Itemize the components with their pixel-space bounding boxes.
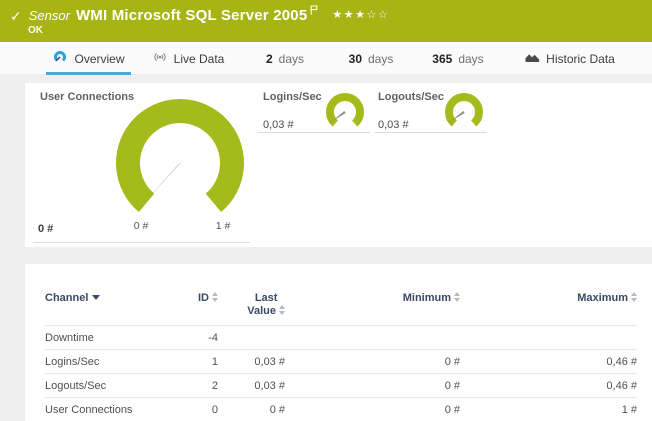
- channels-table: Channel ID Last Value Minimum Maximum Do…: [25, 264, 652, 421]
- column-header-last-label: Last: [255, 292, 278, 304]
- active-tab-underline: [46, 72, 131, 75]
- column-header-value-label: Value: [247, 305, 276, 317]
- table-row-logins-sec[interactable]: Logins/Sec 1 0,03 # 0 # 0,46 #: [45, 349, 637, 373]
- cell-id: 2: [145, 380, 218, 392]
- tab-bar: Overview Live Data 2 days 30 days 365 da…: [0, 42, 652, 75]
- tab-30-days-number: 30: [349, 52, 362, 66]
- column-header-channel[interactable]: Channel: [45, 292, 145, 325]
- column-header-maximum[interactable]: Maximum: [460, 292, 637, 325]
- gauge-title-logouts-sec: Logouts/Sec: [378, 91, 444, 103]
- tab-2-days[interactable]: 2 days: [262, 42, 308, 75]
- cell-last-value: 0,03 #: [218, 356, 285, 368]
- tile-divider: [258, 132, 370, 133]
- gauge-min-label: 0 #: [123, 220, 159, 232]
- tab-365-days[interactable]: 365 days: [428, 42, 488, 75]
- logouts-sec-value: 0,03 #: [378, 119, 409, 131]
- cell-id: 0: [145, 404, 218, 416]
- cell-minimum: 0 #: [285, 404, 460, 416]
- column-header-id[interactable]: ID: [145, 292, 218, 325]
- cell-minimum: 0 #: [285, 380, 460, 392]
- cell-last-value: 0 #: [218, 404, 285, 416]
- cell-channel: Logouts/Sec: [45, 380, 145, 392]
- tab-live-data-label: Live Data: [174, 52, 225, 66]
- sort-desc-icon: [92, 295, 100, 300]
- tab-historic-data[interactable]: Historic Data: [520, 42, 620, 75]
- table-header-row: Channel ID Last Value Minimum Maximum: [45, 264, 637, 325]
- gauges-panel: User Connections 0 # 1 # 0 # Logins/Sec …: [25, 83, 652, 247]
- table-row-logouts-sec[interactable]: Logouts/Sec 2 0,03 # 0 # 0,46 #: [45, 373, 637, 397]
- cell-id: 1: [145, 356, 218, 368]
- cell-id: -4: [145, 332, 218, 344]
- sensor-header-bar: ✓ Sensor WMI Microsoft SQL Server 2005 ★…: [0, 0, 652, 42]
- cell-maximum: 0,46 #: [460, 356, 637, 368]
- cell-maximum: 0,46 #: [460, 380, 637, 392]
- gauge-title-logins-sec: Logins/Sec: [263, 91, 322, 103]
- sort-both-icon: [631, 292, 637, 302]
- chart-icon: [525, 51, 540, 66]
- cell-channel: Logins/Sec: [45, 356, 145, 368]
- broadcast-icon: [152, 51, 168, 66]
- user-connections-gauge: [100, 83, 260, 243]
- column-header-id-label: ID: [198, 292, 209, 304]
- tab-30-days-unit: days: [368, 52, 393, 66]
- logouts-sec-gauge: [442, 90, 486, 134]
- table-row-downtime[interactable]: Downtime -4: [45, 325, 637, 349]
- sensor-header-row: ✓ Sensor WMI Microsoft SQL Server 2005 ★…: [0, 0, 652, 25]
- column-header-minimum[interactable]: Minimum: [285, 292, 460, 325]
- column-header-channel-label: Channel: [45, 292, 88, 304]
- tab-historic-data-label: Historic Data: [546, 52, 615, 66]
- logins-sec-gauge: [323, 90, 367, 134]
- tab-live-data[interactable]: Live Data: [148, 42, 228, 75]
- tile-divider: [375, 132, 487, 133]
- cell-channel: User Connections: [45, 404, 145, 416]
- gauge-icon: [52, 50, 68, 67]
- tab-2-days-number: 2: [266, 52, 273, 66]
- column-header-last-value[interactable]: Last Value: [218, 292, 285, 325]
- cell-last-value: 0,03 #: [218, 380, 285, 392]
- priority-stars[interactable]: ★★★☆☆: [332, 8, 389, 21]
- cell-minimum: 0 #: [285, 356, 460, 368]
- tab-365-days-unit: days: [458, 52, 483, 66]
- status-ok-check-icon: ✓: [10, 8, 22, 25]
- tab-365-days-number: 365: [432, 52, 452, 66]
- sensor-title: WMI Microsoft SQL Server 2005: [76, 7, 307, 24]
- gauge-max-label: 1 #: [205, 220, 241, 232]
- user-connections-value: 0 #: [38, 223, 53, 235]
- object-type-label: Sensor: [29, 8, 70, 23]
- flag-marker-icon: [310, 2, 318, 20]
- table-row-user-connections[interactable]: User Connections 0 0 # 0 # 1 #: [45, 397, 637, 421]
- stars-empty: ☆☆: [366, 9, 389, 21]
- cell-channel: Downtime: [45, 332, 145, 344]
- logins-sec-value: 0,03 #: [263, 119, 294, 131]
- stars-filled: ★★★: [332, 9, 366, 21]
- column-header-minimum-label: Minimum: [403, 292, 451, 304]
- tab-overview[interactable]: Overview: [46, 42, 131, 75]
- tab-30-days[interactable]: 30 days: [345, 42, 397, 75]
- tab-2-days-unit: days: [279, 52, 304, 66]
- cell-maximum: 1 #: [460, 404, 637, 416]
- column-header-maximum-label: Maximum: [577, 292, 628, 304]
- sensor-status-badge: OK: [28, 25, 43, 36]
- tile-divider: [33, 242, 250, 243]
- tab-overview-label: Overview: [74, 52, 124, 66]
